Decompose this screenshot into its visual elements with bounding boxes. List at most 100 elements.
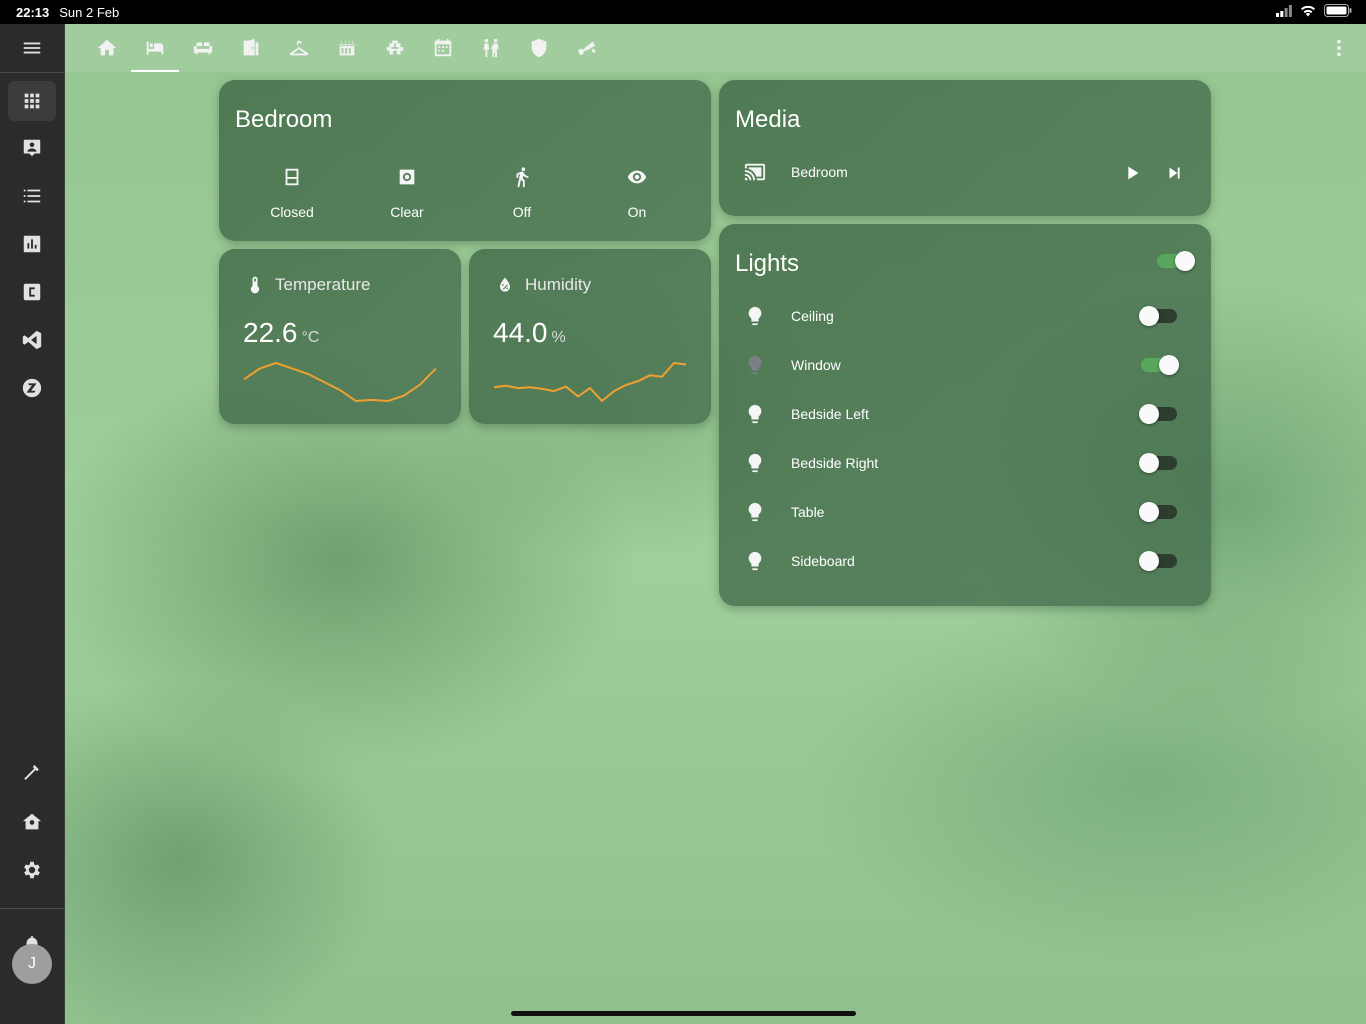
view-tabs-bar: [64, 24, 1366, 72]
door-icon: [243, 38, 259, 56]
lights-master-toggle[interactable]: [1157, 251, 1195, 271]
humidity-sparkline: [493, 362, 687, 402]
badge-label: Off: [512, 204, 532, 220]
toggle-knob: [1139, 404, 1159, 424]
sensor-name: Humidity: [525, 275, 592, 294]
home-settings-icon: [22, 813, 42, 830]
sparkline-path: [243, 362, 437, 402]
light-icon-wrap: [735, 550, 775, 572]
status-time: 22:13: [16, 4, 50, 20]
sofa-icon: [193, 42, 213, 55]
vscode-icon: [22, 330, 42, 350]
light-name: Ceiling: [791, 308, 834, 324]
sidebar-item-supervisor[interactable]: [8, 802, 56, 842]
hammer-icon: [24, 764, 39, 780]
people-icon: [483, 38, 499, 58]
tab-stairs[interactable]: [371, 24, 419, 72]
account-box-icon: [23, 139, 41, 157]
temperature-sparkline: [243, 362, 437, 402]
light-toggle[interactable]: [1139, 502, 1177, 522]
sidebar-item-esphome[interactable]: [8, 272, 56, 312]
light-name: Bedside Left: [791, 406, 869, 422]
toggle-knob: [1139, 502, 1159, 522]
tab-hallway[interactable]: [227, 24, 275, 72]
light-toggle[interactable]: [1139, 551, 1177, 571]
status-icons: [1276, 4, 1352, 17]
tab-kitchen[interactable]: [323, 24, 371, 72]
humidity-unit: %: [551, 329, 566, 346]
light-row-bedside-right[interactable]: Bedside Right: [735, 443, 1195, 483]
lightbulb-icon: [748, 453, 762, 473]
temperature-card[interactable]: Temperature 22.6 °C: [219, 249, 461, 424]
sensor-header: Humidity: [495, 275, 591, 295]
light-row-sideboard[interactable]: Sideboard: [735, 541, 1195, 581]
light-toggle[interactable]: [1141, 355, 1179, 375]
tab-living-room[interactable]: [179, 24, 227, 72]
skip-next-icon: [1169, 167, 1180, 179]
sidebar-item-vscode[interactable]: [8, 320, 56, 360]
window-status-badge[interactable]: Closed: [242, 166, 342, 220]
calendar-icon: [434, 38, 452, 57]
card-title: Bedroom: [235, 106, 333, 133]
light-row-ceiling[interactable]: Ceiling: [735, 296, 1195, 336]
window-icon: [285, 168, 299, 186]
toggle-knob: [1139, 453, 1159, 473]
toggle-knob: [1139, 551, 1159, 571]
motion-badge[interactable]: Off: [472, 166, 572, 220]
cctv-icon: [577, 41, 596, 56]
home-icon: [97, 39, 117, 56]
light-row-bedside-left[interactable]: Bedside Left: [735, 394, 1195, 434]
bar-chart-icon: [23, 235, 41, 253]
menu-button[interactable]: [8, 28, 56, 68]
overflow-menu-button[interactable]: [1328, 37, 1350, 59]
media-icon-wrap: [735, 161, 775, 183]
lights-card: Lights Ceiling Window Bedside Left Bedsi…: [719, 224, 1211, 606]
tab-security[interactable]: [515, 24, 563, 72]
tab-cameras[interactable]: [563, 24, 611, 72]
sidebar-item-map[interactable]: [8, 128, 56, 168]
humidity-card[interactable]: Humidity 44.0%: [469, 249, 711, 424]
avatar[interactable]: J: [12, 944, 52, 984]
tab-kids[interactable]: [467, 24, 515, 72]
next-track-button[interactable]: [1161, 159, 1189, 187]
sidebar-divider: [0, 72, 64, 73]
tab-bedroom[interactable]: [131, 24, 179, 72]
sidebar-item-developer-tools[interactable]: [8, 754, 56, 794]
sidebar-item-history[interactable]: [8, 224, 56, 264]
light-toggle[interactable]: [1139, 404, 1177, 424]
presence-badge[interactable]: On: [587, 166, 687, 220]
sidebar-divider: [0, 908, 64, 909]
tab-wardrobe[interactable]: [275, 24, 323, 72]
light-name: Bedside Right: [791, 455, 879, 471]
sidebar-item-logbook[interactable]: [8, 176, 56, 216]
light-row-table[interactable]: Table: [735, 492, 1195, 532]
sensor-value: 22.6 °C: [243, 317, 319, 349]
tab-home[interactable]: [83, 24, 131, 72]
play-button[interactable]: [1118, 159, 1146, 187]
lightbulb-icon: [748, 404, 762, 424]
bedroom-card: Bedroom Closed Clear Off On: [219, 80, 711, 241]
temperature-value: 22.6: [243, 317, 298, 348]
zwave-icon: [22, 378, 42, 398]
status-date: Sun 2 Feb: [59, 4, 120, 20]
signal-icon: [1276, 4, 1292, 17]
badge-label: Closed: [270, 204, 314, 220]
sensor-value: 44.0%: [493, 317, 566, 349]
cast-connected-icon: [744, 163, 766, 181]
sensor-name: Temperature: [275, 275, 371, 294]
occupancy-badge[interactable]: Clear: [357, 166, 457, 220]
bed-icon: [146, 41, 164, 55]
tab-calendar[interactable]: [419, 24, 467, 72]
sidebar-item-settings[interactable]: [8, 850, 56, 890]
avatar-initial: J: [28, 955, 36, 972]
sparkline-path: [493, 362, 687, 402]
lightbulb-icon: [748, 551, 762, 571]
light-toggle[interactable]: [1139, 306, 1177, 326]
status-bar: 22:13 Sun 2 Feb: [0, 0, 1366, 24]
card-title: Lights: [735, 250, 800, 277]
light-row-window[interactable]: Window: [735, 345, 1195, 385]
sidebar-item-zwave[interactable]: [8, 368, 56, 408]
sidebar-item-overview[interactable]: [8, 81, 56, 121]
battery-icon: [1324, 4, 1352, 17]
light-toggle[interactable]: [1139, 453, 1177, 473]
